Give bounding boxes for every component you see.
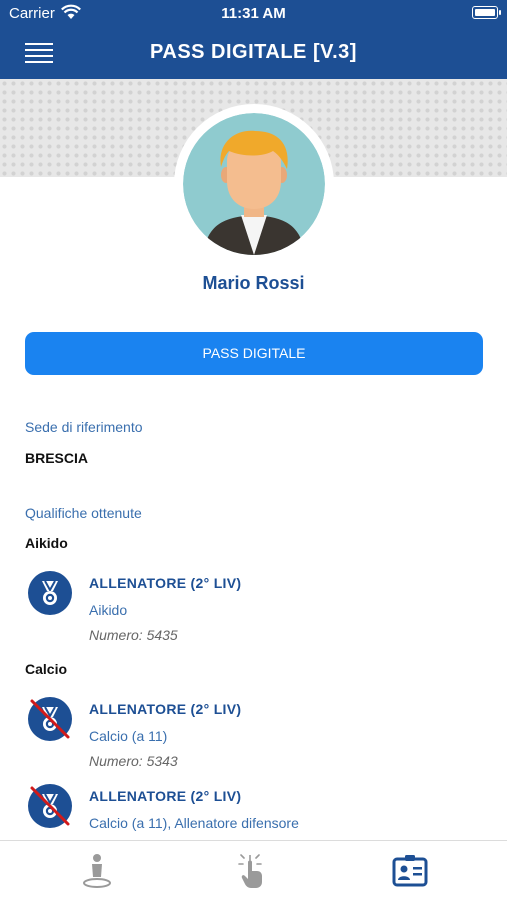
qualification-title: ALLENATORE (2° LIV) (89, 788, 242, 804)
pass-digitale-button[interactable]: PASS DIGITALE (25, 332, 483, 375)
id-card-icon[interactable] (390, 851, 430, 891)
qualification-subtitle: Aikido (89, 602, 128, 618)
sport-group-heading: Aikido (25, 535, 68, 551)
qualification-number: Numero: 5343 (89, 753, 178, 769)
battery-icon (472, 6, 501, 19)
sede-value: BRESCIA (25, 450, 89, 466)
qualification-subtitle: Calcio (a 11), Allenatore difensore (89, 815, 299, 831)
medal-crossed-icon (28, 784, 72, 828)
sport-group-heading: Calcio (25, 661, 68, 677)
user-name: Mario Rossi (202, 273, 305, 293)
qualification-title: ALLENATORE (2° LIV) (89, 701, 242, 717)
qualification-number: Numero: 5435 (89, 627, 178, 643)
qualifiche-label: Qualifiche ottenute (25, 505, 142, 521)
status-bar: Carrier 11:31 AM (0, 0, 507, 28)
page-title: PASS DIGITALE [V.3] (150, 41, 357, 63)
sede-label: Sede di riferimento (25, 419, 143, 435)
navigation-bar: PASS DIGITALE [V.3] (0, 28, 507, 79)
user-avatar-icon (183, 113, 325, 255)
clock: 11:31 AM (221, 5, 286, 22)
medal-crossed-icon (28, 697, 72, 741)
qualification-subtitle: Calcio (a 11) (89, 728, 168, 744)
qualification-title: ALLENATORE (2° LIV) (89, 575, 242, 591)
tab-bar (0, 840, 507, 901)
medal-icon (28, 571, 72, 615)
tap-hand-icon[interactable] (233, 851, 273, 891)
location-person-icon[interactable] (77, 851, 117, 891)
